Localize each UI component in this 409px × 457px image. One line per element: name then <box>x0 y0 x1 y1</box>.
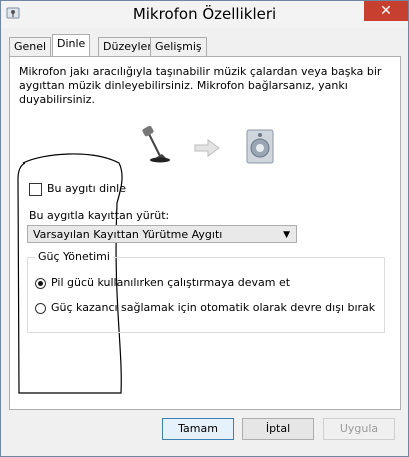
window-title: Mikrofon Özellikleri <box>132 5 277 23</box>
apply-button-label: Uygula <box>339 422 379 435</box>
cancel-button-label: İptal <box>265 422 291 435</box>
apply-button[interactable]: Uygula <box>323 418 395 440</box>
arrow-right-icon <box>194 139 220 157</box>
power-option-label: Pil gücü kullanılırken çalıştırmaya deva… <box>51 276 291 289</box>
close-button[interactable]: ✕ <box>364 1 408 21</box>
close-icon: ✕ <box>380 3 392 19</box>
power-option-disable[interactable]: Güç kazancı sağlamak için otomatik olara… <box>35 301 375 314</box>
radio-disable[interactable] <box>35 302 46 314</box>
ok-button[interactable]: Tamam <box>162 418 234 440</box>
microphone-icon <box>142 126 170 163</box>
power-option-continue[interactable]: Pil gücü kullanılırken çalıştırmaya deva… <box>35 276 290 289</box>
power-management-group <box>27 257 385 333</box>
playback-device-value: Varsayılan Kayıttan Yürütme Aygıtı <box>33 228 223 241</box>
ok-button-label: Tamam <box>178 422 218 435</box>
tab-dinle[interactable]: Dinle <box>52 34 91 56</box>
properties-window: Mikrofon Özellikleri ✕ Genel Dinle Düzey… <box>0 0 409 457</box>
playback-device-label: Bu aygıtla kayıttan yürüt: <box>29 209 170 222</box>
tab-genel[interactable]: Genel <box>9 37 52 56</box>
listen-checkbox[interactable] <box>29 182 42 196</box>
tab-label: Gelişmiş <box>155 40 202 53</box>
chevron-down-icon: ▼ <box>283 230 290 240</box>
power-option-label: Güç kazancı sağlamak için otomatik olara… <box>51 301 376 314</box>
description-text: Mikrofon jakı aracılığıyla taşınabilir m… <box>19 65 382 106</box>
radio-continue[interactable] <box>35 277 46 289</box>
title-bar[interactable]: Mikrofon Özellikleri ✕ <box>1 1 408 28</box>
playback-device-select[interactable]: Varsayılan Kayıttan Yürütme Aygıtı ▼ <box>27 225 297 243</box>
listen-checkbox-label: Bu aygıtı dinle <box>47 182 127 195</box>
tab-label: Genel <box>14 40 47 53</box>
tab-label: Düzeyler <box>103 40 152 53</box>
tab-gelismis[interactable]: Gelişmiş <box>150 37 207 56</box>
cancel-button[interactable]: İptal <box>242 418 314 440</box>
speaker-icon <box>246 129 274 164</box>
tab-duzeyler[interactable]: Düzeyler <box>98 37 157 56</box>
tab-label: Dinle <box>57 37 86 50</box>
listen-checkbox-row[interactable]: Bu aygıtı dinle <box>29 182 126 196</box>
power-management-legend: Güç Yönetimi <box>35 250 113 263</box>
